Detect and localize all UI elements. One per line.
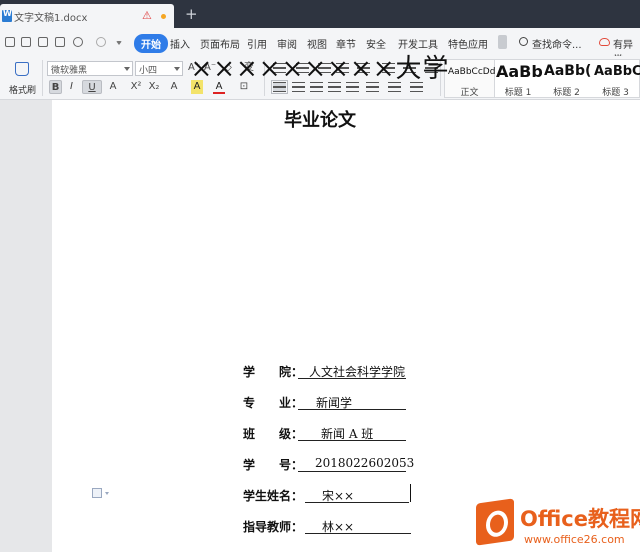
style-name: 正文 [460,88,479,98]
watermark-title: Office教程网 [520,507,640,531]
field-underline [298,471,406,472]
style-name: 标题 2 [553,88,580,98]
customize-toolbar-icon[interactable] [116,41,122,45]
field-label: 学 院： [243,365,304,379]
university-name[interactable]: ×××××××××大学 [0,48,640,85]
chevron-down-icon[interactable] [105,492,109,495]
print-preview-icon[interactable] [55,37,65,47]
warning-icon[interactable]: ⚠ [142,9,152,22]
office-logo-icon [476,498,514,546]
document-tab[interactable]: 文字文稿1.docx ⚠ [0,4,174,28]
search-icon[interactable] [519,37,528,46]
style-name: 标题 1 [504,88,532,98]
cloud-sync-icon[interactable] [599,38,610,46]
style-name: 标题 3 [602,88,629,97]
document-tab-title: 文字文稿1.docx [14,13,88,24]
paragraph-layout-icon[interactable] [92,488,102,498]
undo-icon[interactable] [73,37,83,47]
thesis-title[interactable]: 毕业论文 [0,106,640,132]
field-underline [305,502,409,503]
field-label: 专 业： [243,396,304,410]
field-label: 指导教师： [243,520,304,534]
tab-bar: 文字文稿1.docx ⚠ + [0,0,640,28]
field-label: 学 号： [243,458,304,472]
watermark-url: www.office26.com [524,533,625,546]
field-value: 新闻学 [316,396,353,410]
print-icon[interactable] [38,37,48,47]
ribbon-collapse-button[interactable] [498,35,507,49]
field-value: 人文社会科学学院 [309,365,406,379]
field-value: 宋×× [322,489,355,503]
document-page[interactable] [52,100,640,552]
field-label: 学生姓名： [243,489,304,503]
save-icon[interactable] [5,37,15,47]
new-tab-button[interactable]: + [185,5,198,23]
left-gutter [0,100,52,552]
field-label: 班 级： [243,427,304,441]
field-value: 新闻 A 班 [321,427,374,441]
export-icon[interactable] [21,37,31,47]
unsaved-dot-icon [161,14,166,19]
watermark-logo: Office教程网 www.office26.com [472,497,640,552]
field-underline [305,533,411,534]
field-value: 2018022602053 [315,456,415,470]
word-doc-icon [2,9,12,22]
field-value: 林×× [322,520,355,534]
redo-icon[interactable] [96,37,106,47]
text-cursor [410,484,411,502]
